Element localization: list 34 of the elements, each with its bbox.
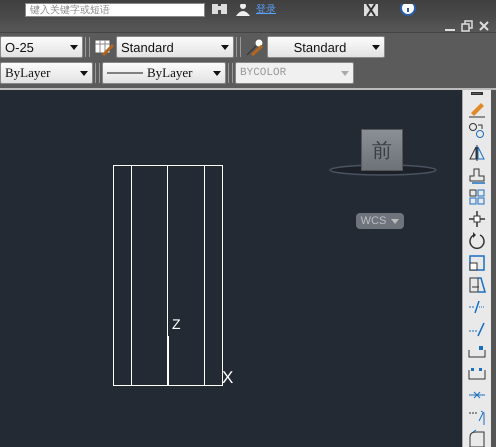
- dropdown[interactable]: O-25: [0, 36, 83, 58]
- scale-icon[interactable]: [467, 253, 487, 273]
- exchange-icon[interactable]: [364, 4, 378, 16]
- caret-icon: [372, 44, 380, 50]
- leader-style-icon[interactable]: [244, 37, 266, 57]
- axis-label: X: [222, 369, 234, 386]
- axis-label: Z: [172, 317, 181, 331]
- caret-icon: [213, 70, 221, 76]
- search-field[interactable]: 键入关键字或短语: [25, 3, 205, 17]
- rotate-icon[interactable]: [467, 231, 487, 251]
- caret-icon: [221, 44, 229, 50]
- caret-icon: [341, 70, 349, 76]
- dropdown: BYCOLOR: [235, 62, 354, 84]
- close-icon[interactable]: [478, 20, 490, 32]
- fillet-icon[interactable]: [467, 429, 487, 447]
- dropdown[interactable]: ByLayer: [102, 62, 226, 84]
- help-icon[interactable]: [400, 4, 416, 16]
- stretch-icon[interactable]: [467, 275, 487, 295]
- table-style-icon[interactable]: [93, 37, 115, 57]
- dropdown[interactable]: Standard: [116, 36, 234, 58]
- dropdown[interactable]: ByLayer: [0, 62, 93, 84]
- caret-icon: [391, 218, 400, 224]
- restore-icon[interactable]: [461, 20, 473, 32]
- array-icon[interactable]: [467, 187, 487, 207]
- caret-icon: [70, 44, 78, 50]
- user-icon[interactable]: [234, 4, 252, 16]
- dropdown[interactable]: Standard: [267, 36, 385, 58]
- sign-in-link[interactable]: 登录: [256, 4, 276, 16]
- mirror-icon[interactable]: [467, 143, 487, 163]
- circles-icon[interactable]: [467, 121, 487, 141]
- caret-icon: [80, 70, 88, 76]
- binoculars-icon[interactable]: [211, 4, 229, 16]
- ucs-axis: [167, 336, 169, 385]
- move-icon[interactable]: [467, 209, 487, 229]
